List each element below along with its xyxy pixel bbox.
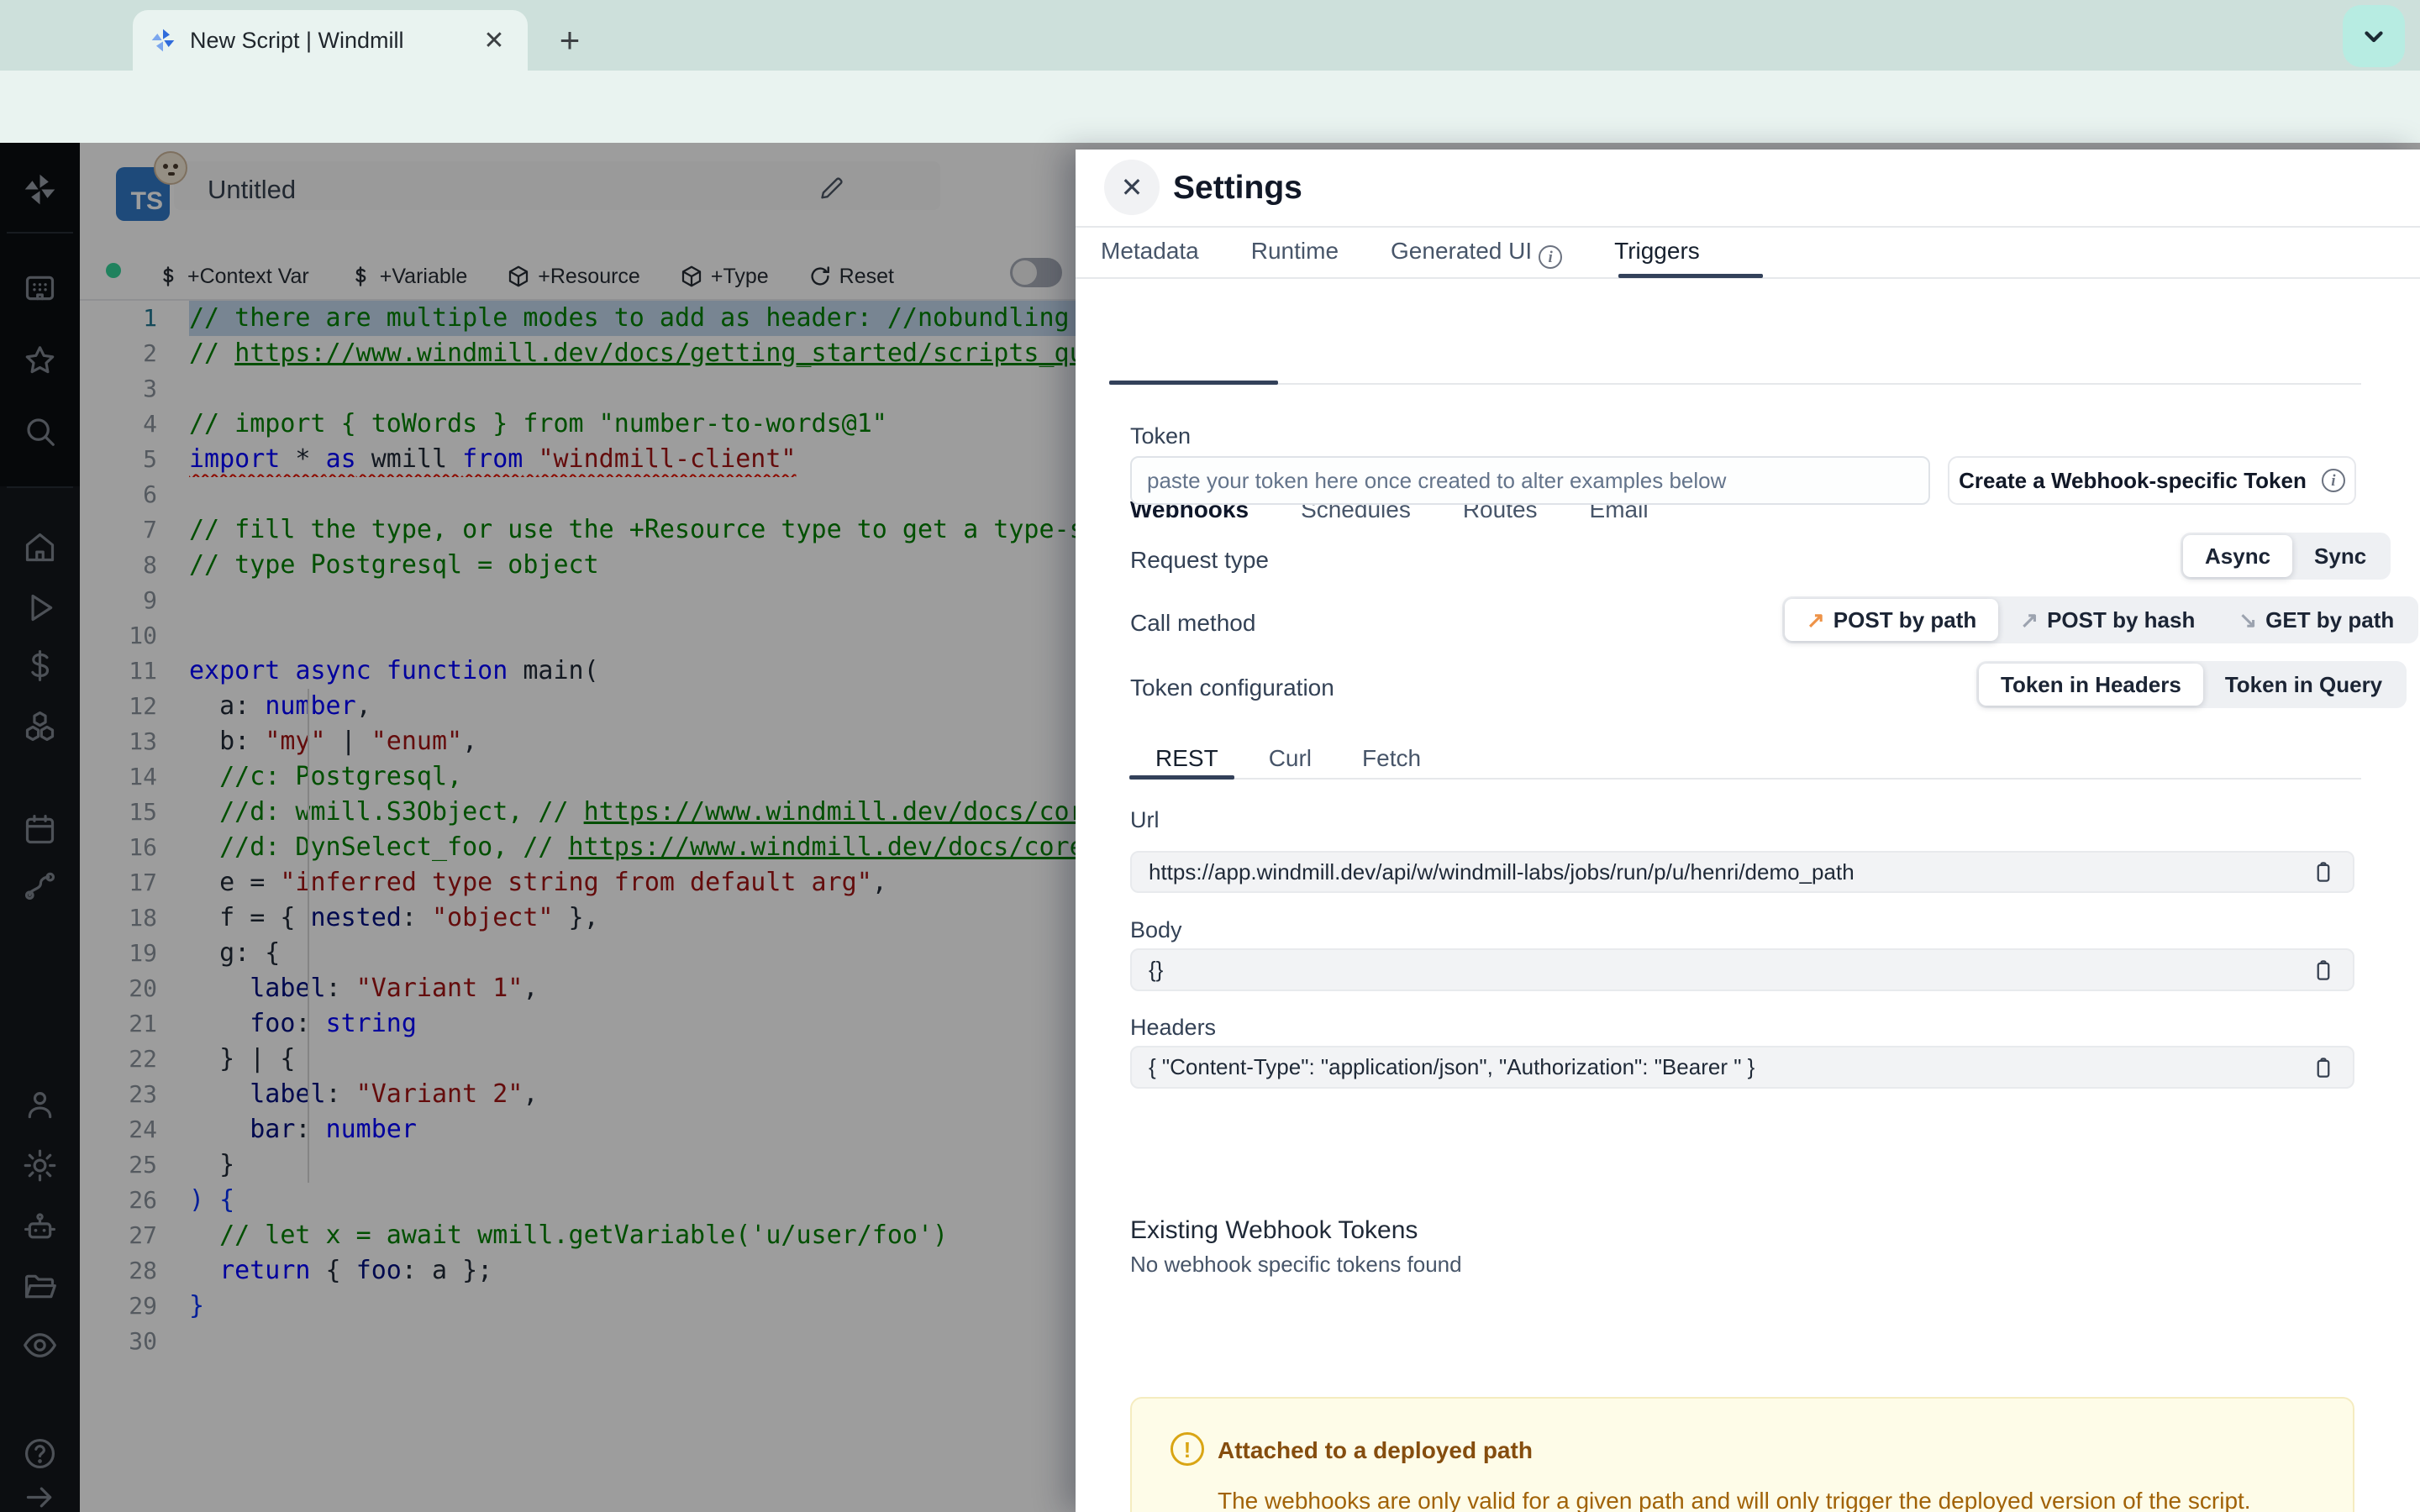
snippet-tabs-divider xyxy=(1129,778,2361,780)
tab-runtime[interactable]: Runtime xyxy=(1251,238,1339,274)
option-label: POST by path xyxy=(1833,606,1977,633)
token-placeholder: paste your token here once created to al… xyxy=(1147,467,1727,493)
settings-tabs: Metadata Runtime Generated UI i Triggers xyxy=(1101,238,1700,274)
headers-field[interactable]: { "Content-Type": "application/json", "A… xyxy=(1130,1046,2354,1089)
token-input[interactable]: paste your token here once created to al… xyxy=(1130,456,1930,505)
url-value: https://app.windmill.dev/api/w/windmill-… xyxy=(1149,858,1854,885)
token-config-label: Token configuration xyxy=(1130,675,1334,701)
snippet-tab-fetch[interactable]: Fetch xyxy=(1362,745,1421,777)
option-label: GET by path xyxy=(2265,606,2395,633)
copy-headers-icon[interactable] xyxy=(2311,1053,2336,1082)
settings-drawer: ✕ Settings Metadata Runtime Generated UI i T… xyxy=(1076,150,2420,1512)
option-sync[interactable]: Sync xyxy=(2292,535,2388,577)
tab-triggers[interactable]: Triggers xyxy=(1614,238,1700,274)
tab-title: New Script | Windmill xyxy=(190,27,404,53)
option-token-in-query[interactable]: Token in Query xyxy=(2203,664,2404,706)
body-label: Body xyxy=(1130,917,1182,942)
url-label: Url xyxy=(1130,807,1160,832)
create-webhook-token-label: Create a Webhook-specific Token xyxy=(1959,467,2307,493)
create-webhook-token-button[interactable]: Create a Webhook-specific Token i xyxy=(1948,456,2356,505)
option-post-by-path[interactable]: ↗ POST by path xyxy=(1785,599,1999,641)
active-tab-underline xyxy=(1618,274,1763,278)
body-field[interactable]: {} xyxy=(1130,948,2354,991)
active-snippet-tab-underline xyxy=(1129,775,1234,780)
close-drawer-button[interactable]: ✕ xyxy=(1104,160,1160,215)
header-divider xyxy=(1076,226,2420,228)
settings-title: Settings xyxy=(1173,170,1302,206)
browser-tabstrip: New Script | Windmill ✕ + xyxy=(0,0,2420,71)
browser-toolbar: app.windmill.dev/scripts/add#JTdCJTIyaGF… xyxy=(0,71,2420,210)
info-icon[interactable]: i xyxy=(2321,469,2345,492)
option-token-in-headers[interactable]: Token in Headers xyxy=(1979,664,2203,706)
option-async[interactable]: Async xyxy=(2183,535,2293,577)
option-label: Sync xyxy=(2314,543,2367,569)
snippet-tab-curl[interactable]: Curl xyxy=(1269,745,1312,777)
warning-body: The webhooks are only valid for a given … xyxy=(1218,1488,2251,1512)
headers-value: { "Content-Type": "application/json", "A… xyxy=(1149,1054,1755,1079)
headers-label: Headers xyxy=(1130,1015,1217,1040)
token-config-segment: Token in Headers Token in Query xyxy=(1976,661,2407,708)
trigger-tabs-divider xyxy=(1109,383,2361,385)
option-post-by-hash[interactable]: ↗ POST by hash xyxy=(1998,599,2217,641)
arrow-up-right-icon: ↗ xyxy=(2020,606,2039,633)
windmill-favicon xyxy=(151,29,175,52)
call-method-segment: ↗ POST by path ↗ POST by hash ↘ GET by path xyxy=(1782,596,2419,643)
token-label: Token xyxy=(1130,423,1192,449)
tab-metadata[interactable]: Metadata xyxy=(1101,238,1199,274)
option-label: Token in Query xyxy=(2224,671,2383,697)
arrow-down-right-icon: ↘ xyxy=(2238,606,2258,633)
body-value: {} xyxy=(1149,957,1164,982)
copy-url-icon[interactable] xyxy=(2311,858,2336,886)
option-label: POST by hash xyxy=(2047,606,2196,633)
tab-close-icon[interactable]: ✕ xyxy=(477,26,511,55)
option-label: Token in Headers xyxy=(2001,671,2181,697)
chevron-down-icon xyxy=(2365,31,2383,43)
alert-icon: ! xyxy=(1171,1432,1204,1466)
option-label: Async xyxy=(2205,543,2271,569)
info-icon[interactable]: i xyxy=(1539,245,1563,269)
warning-title: Attached to a deployed path xyxy=(1218,1437,1533,1463)
option-get-by-path[interactable]: ↘ GET by path xyxy=(2217,599,2416,641)
arrow-up-right-icon: ↗ xyxy=(1807,606,1825,633)
copy-body-icon[interactable] xyxy=(2311,956,2336,984)
request-type-segment: Async Sync xyxy=(2181,533,2391,580)
url-field[interactable]: https://app.windmill.dev/api/w/windmill-… xyxy=(1130,851,2354,893)
snippet-tab-rest[interactable]: REST xyxy=(1155,745,1218,777)
new-tab-button[interactable]: + xyxy=(546,17,593,64)
existing-tokens-heading: Existing Webhook Tokens xyxy=(1130,1216,1418,1244)
call-method-label: Call method xyxy=(1130,610,1256,636)
request-type-label: Request type xyxy=(1130,547,1269,573)
tab-generated-ui[interactable]: Generated UI i xyxy=(1391,238,1563,274)
browser-tab[interactable]: New Script | Windmill ✕ xyxy=(133,10,528,71)
active-trigger-tab-underline xyxy=(1109,381,1278,385)
snippet-tabs: REST Curl Fetch xyxy=(1155,745,1421,777)
existing-tokens-empty: No webhook specific tokens found xyxy=(1130,1252,1462,1277)
deployed-path-warning: ! Attached to a deployed path The webhoo… xyxy=(1130,1397,2354,1512)
tab-search-chevron-button[interactable] xyxy=(2343,5,2405,67)
